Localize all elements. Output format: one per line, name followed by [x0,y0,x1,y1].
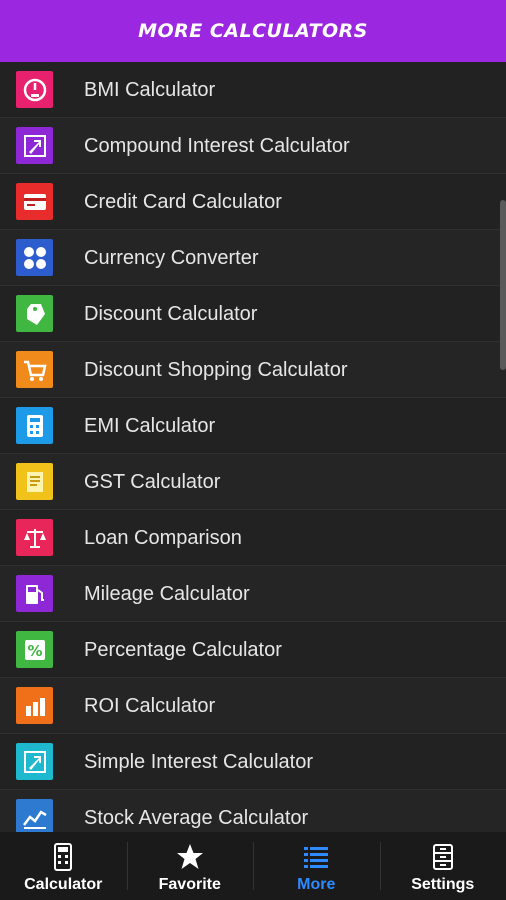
tab-label: Calculator [24,876,103,893]
list-item[interactable]: Simple Interest Calculator [0,734,506,790]
calculator-icon [48,842,78,872]
cart-icon [16,351,53,388]
list-item[interactable]: GST Calculator [0,454,506,510]
tab-favorite[interactable]: Favorite [126,832,254,900]
list-item-label: GST Calculator [84,471,221,493]
list-item[interactable]: % Percentage Calculator [0,622,506,678]
bottom-tab-bar: Calculator Favorite More Settings [0,832,506,900]
list-item-label: Compound Interest Calculator [84,135,350,157]
list-item-label: Discount Calculator [84,303,258,325]
roi-icon [16,687,53,724]
list-item-label: Mileage Calculator [84,583,250,605]
scrollbar[interactable] [500,200,506,370]
list-item[interactable]: Credit Card Calculator [0,174,506,230]
app-header: MORE CALCULATORS [0,0,506,62]
receipt-icon [16,463,53,500]
svg-text:%: % [27,642,42,660]
list-icon [301,842,331,872]
list-item[interactable]: Currency Converter [0,230,506,286]
list-item[interactable]: Discount Shopping Calculator [0,342,506,398]
page-title: MORE CALCULATORS [138,20,368,42]
list-item[interactable]: EMI Calculator [0,398,506,454]
arrow-up-right-icon [16,127,53,164]
list-item-label: ROI Calculator [84,695,216,717]
list-item[interactable]: Compound Interest Calculator [0,118,506,174]
star-icon [175,842,205,872]
list-item-label: Loan Comparison [84,527,242,549]
list-item-label: Stock Average Calculator [84,807,309,829]
list-item[interactable]: ROI Calculator [0,678,506,734]
list-item-label: Currency Converter [84,247,259,269]
list-item[interactable]: Mileage Calculator [0,566,506,622]
currency-icon [16,239,53,276]
tab-label: More [297,876,336,893]
list-item-label: Credit Card Calculator [84,191,282,213]
list-item[interactable]: Discount Calculator [0,286,506,342]
calculator-list[interactable]: BMI Calculator Compound Interest Calculat… [0,62,506,832]
tab-settings[interactable]: Settings [379,832,506,900]
percent-icon: % [16,631,53,668]
stock-chart-icon [16,799,53,832]
list-item-label: Discount Shopping Calculator [84,359,348,381]
tab-label: Settings [411,876,475,893]
credit-card-icon [16,183,53,220]
list-item-label: Percentage Calculator [84,639,282,661]
list-item-label: BMI Calculator [84,79,216,101]
tab-more[interactable]: More [253,832,380,900]
fuel-pump-icon [16,575,53,612]
arrow-up-right-icon [16,743,53,780]
tag-icon [16,295,53,332]
list-item[interactable]: Stock Average Calculator [0,790,506,832]
tab-label: Favorite [158,876,221,893]
settings-icon [428,842,458,872]
list-item-label: EMI Calculator [84,415,216,437]
list-item[interactable]: BMI Calculator [0,62,506,118]
calculator-icon [16,407,53,444]
tab-calculator[interactable]: Calculator [0,832,127,900]
list-item-label: Simple Interest Calculator [84,751,313,773]
list-item[interactable]: Loan Comparison [0,510,506,566]
scale-icon [16,519,53,556]
gauge-icon [16,71,53,108]
